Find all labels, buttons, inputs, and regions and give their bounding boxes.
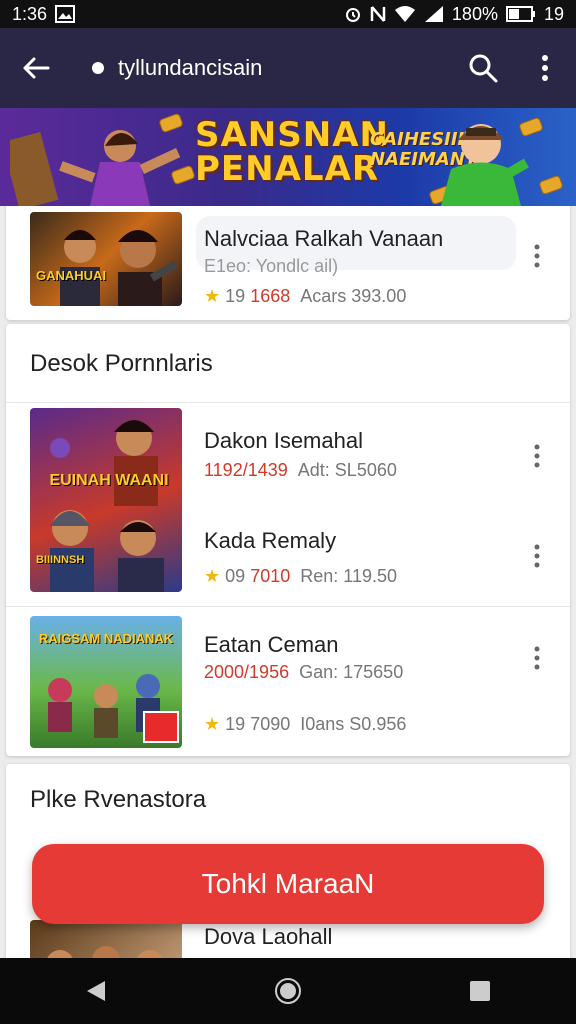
game-name: Nalvciaa Ralkah Vanaan [204,226,444,251]
banner-headline: SANSNAN PENALAR [195,118,389,186]
thumbnail-art [60,230,179,306]
search-icon [469,54,498,83]
game-meta: ★ 09 7010 Ren: 119.50 [204,566,397,587]
nav-back-icon [87,981,105,1001]
rating-value: 19 [225,714,246,734]
banner-hero-right-image [441,124,529,206]
game-name: Kada Remaly [204,528,337,553]
game-name: Eatan Ceman [204,632,339,657]
rating-value: 09 [225,566,246,586]
alarm-icon [344,5,362,23]
game-name: Dakon Isemahal [204,428,363,453]
game-price: Acars 393.00 [300,286,407,306]
battery-icon [505,6,536,22]
section-title: Plke Rvenastora [30,786,207,813]
promo-banner[interactable]: SANSNAN PENALAR CAIHESIII NAEIMANT [0,108,576,206]
app-bar: tyllundancisain [0,28,576,108]
back-button[interactable] [0,28,72,108]
game-meta: 2000/1956 Gan: 175650 [204,662,403,683]
item-more-button[interactable] [522,436,552,476]
item-more-button[interactable] [522,536,552,576]
banner-headline-line1: SANSNAN [195,115,389,155]
more-vert-icon [542,55,548,81]
nav-recents-button[interactable] [450,961,510,1021]
game-thumbnail: RAIGSAM NADIANAK [30,616,182,748]
primary-cta-button[interactable]: Tohkl MaraaN [32,844,544,924]
banner-headline-line2: PENALAR [195,149,380,189]
section-title: Desok Pornnlaris [30,350,213,377]
section-card-popular: Desok Pornnlaris EUINAH WAANI BIIINNSH D… [6,324,570,756]
arrow-left-icon [23,57,50,79]
game-thumbnail: GANAHUAI [30,212,182,306]
title-dot-icon [92,62,104,74]
system-nav-bar [0,958,576,1024]
rating-count: 7010 [250,566,291,586]
status-extra: 19 [543,3,564,24]
meta-count: 1192/1439 [204,460,288,480]
game-name: Dova Laohall [204,924,333,949]
star-icon: ★ [204,286,221,306]
nav-home-button[interactable] [258,961,318,1021]
more-vert-icon [534,244,540,268]
game-rating-row: ★ 19 7090 I0ans S0.956 [204,714,406,735]
list-item[interactable]: Dakon Isemahal 1192/1439 Adt: SL5060 [6,408,570,504]
game-meta: ★ 19 1668 Acars 393.00 [204,286,406,307]
page-title: tyllundancisain [118,55,263,80]
nav-back-button[interactable] [66,961,126,1021]
more-vert-icon [534,544,540,568]
signal-icon [424,5,444,23]
nfc-icon [370,5,386,23]
nav-recents-icon [470,981,490,1001]
status-bar: 1:36 180% 19 [0,0,576,28]
star-icon: ★ [204,714,221,734]
featured-card: GANAHUAI Nalvciaa Ralkah Vanaan E1eo: Yo… [6,206,570,320]
rating-count: 1668 [250,286,291,306]
nav-home-icon [275,978,301,1004]
thumbnail-art [47,946,163,958]
list-item[interactable]: GANAHUAI Nalvciaa Ralkah Vanaan E1eo: Yo… [6,206,570,320]
item-more-button[interactable] [522,638,552,678]
game-price: I0ans S0.956 [300,714,407,734]
game-meta: 1192/1439 Adt: SL5060 [204,460,397,481]
search-button[interactable] [452,28,514,108]
thumbnail-caption: RAIGSAM NADIANAK [38,631,174,646]
meta-count: 2000/1956 [204,662,290,682]
wifi-icon [394,5,416,23]
thumbnail-caption: GANAHUAI [36,268,107,283]
meta-price: Adt: SL5060 [297,460,397,480]
gallery-notification-icon [55,5,76,23]
item-more-button[interactable] [522,236,552,276]
game-thumbnail [30,920,182,958]
more-vert-icon [534,444,540,468]
divider [6,402,570,403]
battery-percent: 180% [451,3,498,24]
more-vert-icon [534,646,540,670]
rating-count: 7090 [250,714,291,734]
list-item[interactable]: RAIGSAM NADIANAK Eatan Ceman 2000/1956 G… [6,608,570,756]
star-icon: ★ [204,566,221,586]
divider [6,606,570,607]
game-subtitle: E1eo: Yondlc ail) [204,256,339,276]
meta-price: Gan: 175650 [299,662,404,682]
list-item[interactable]: Kada Remaly ★ 09 7010 Ren: 119.50 [6,504,570,604]
status-time: 1:36 [12,3,48,24]
overflow-menu-button[interactable] [514,28,576,108]
rating-value: 19 [225,286,246,306]
meta-price: Ren: 119.50 [300,566,398,586]
